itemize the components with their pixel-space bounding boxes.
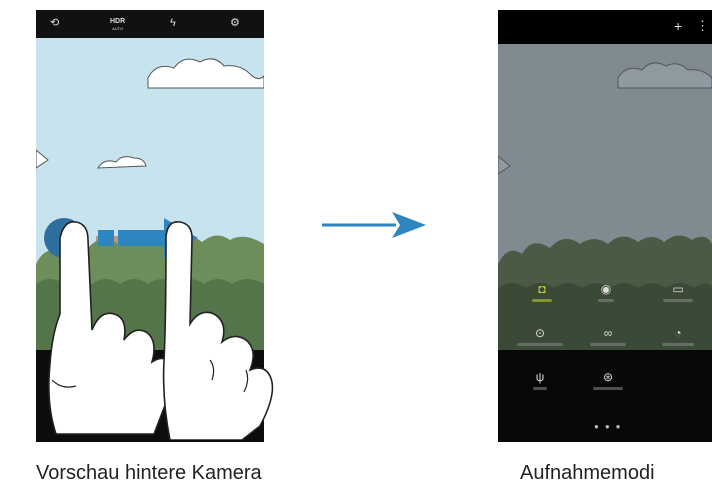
food-icon: ψ	[535, 370, 545, 384]
mode-label-placeholder	[662, 343, 694, 346]
mode-auto[interactable]: ◘	[512, 282, 572, 302]
hdr-icon[interactable]: HDR AUTO	[110, 18, 125, 32]
mode-label-placeholder	[593, 387, 623, 390]
selective-focus-icon: ⊙	[534, 326, 546, 340]
mode-label-placeholder	[517, 343, 563, 346]
camera-top-bar: ⟲ HDR AUTO ϟ ⚙	[36, 10, 264, 38]
hdr-label: HDR	[110, 18, 126, 25]
panorama-icon: ▭	[672, 282, 684, 296]
slow-motion-icon: ∞	[603, 326, 613, 340]
mode-virtual-shot[interactable]: ⊛	[578, 370, 638, 390]
mode-hyperlapse[interactable]: ◔	[648, 326, 708, 346]
caption-shooting-modes: Aufnahmemodi	[520, 462, 655, 484]
mode-label-placeholder	[590, 343, 626, 346]
hdr-sub-label: AUTO	[112, 26, 124, 31]
mode-label-placeholder	[533, 387, 547, 390]
mode-pro[interactable]: ◉	[576, 282, 636, 302]
more-icon[interactable]: ⋮	[696, 19, 709, 33]
add-icon[interactable]: +	[674, 19, 682, 33]
dimmed-viewfinder	[498, 44, 712, 350]
switch-camera-icon[interactable]: ⟲	[50, 16, 59, 30]
flash-off-icon[interactable]: ϟ	[170, 16, 176, 30]
transition-arrow-icon	[322, 212, 426, 238]
mode-label-placeholder	[598, 299, 614, 302]
mode-selective-focus[interactable]: ⊙	[510, 326, 570, 346]
settings-icon[interactable]: ⚙	[230, 16, 240, 30]
virtual-shot-icon: ⊛	[602, 370, 614, 384]
hyperlapse-icon: ◔	[674, 326, 682, 340]
mode-label-placeholder	[532, 299, 552, 302]
swipe-hand-icon	[48, 220, 274, 440]
shooting-modes-screen: + ⋮ ◘ ◉ ▭ ⊙ ∞ ◔ ψ ⊛ ●●●	[498, 10, 712, 442]
mode-slow-motion[interactable]: ∞	[578, 326, 638, 346]
mode-label-placeholder	[663, 299, 693, 302]
mode-panorama[interactable]: ▭	[648, 282, 708, 302]
mode-food[interactable]: ψ	[510, 370, 570, 390]
caption-rear-camera-preview: Vorschau hintere Kamera	[36, 462, 262, 484]
modes-top-bar: + ⋮	[498, 10, 712, 44]
camera-mode-icon: ◘	[538, 282, 546, 296]
page-indicator[interactable]: ●●●	[594, 422, 627, 431]
pro-mode-icon: ◉	[600, 282, 612, 296]
